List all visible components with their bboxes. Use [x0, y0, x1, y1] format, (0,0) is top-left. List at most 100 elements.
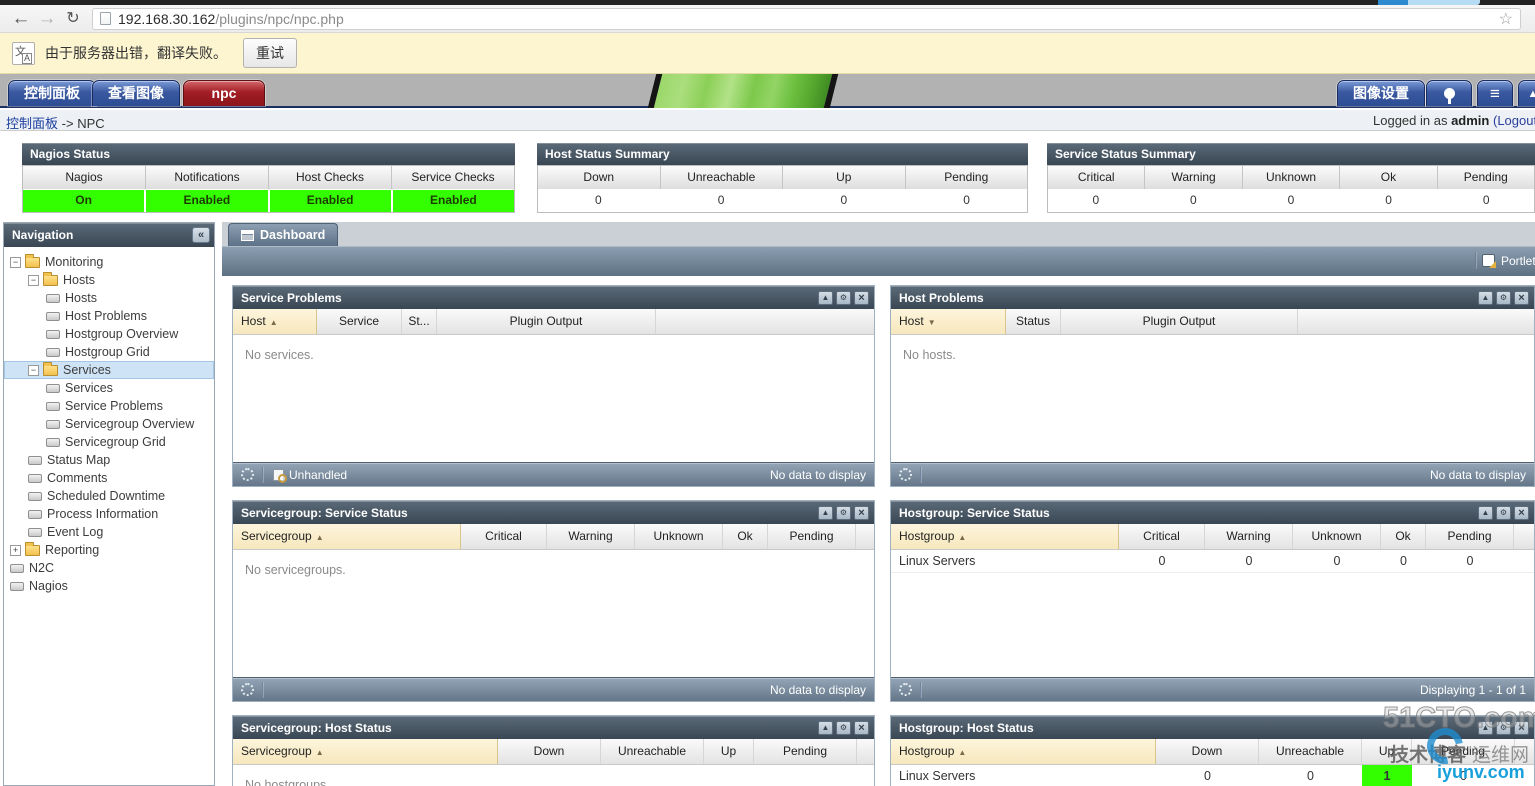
sidebar-item-hostgroup-overview[interactable]: Hostgroup Overview	[4, 325, 214, 343]
column-header[interactable]: Up	[704, 739, 754, 764]
column-header[interactable]: Warning	[547, 524, 635, 549]
breadcrumb-home-link[interactable]: 控制面板	[6, 116, 58, 131]
sidebar-item-services[interactable]: − Services	[4, 361, 214, 379]
refresh-spinner-icon[interactable]	[899, 683, 912, 696]
sidebar-item-comments[interactable]: Comments	[4, 469, 214, 487]
collapse-panel-icon[interactable]: ▲	[818, 720, 833, 735]
column-header[interactable]: Hostgroup ▲	[891, 739, 1156, 764]
collapse-panel-icon[interactable]: ▲	[1478, 720, 1493, 735]
sidebar-item-process-information[interactable]: Process Information	[4, 505, 214, 523]
collapse-panel-icon[interactable]: ▲	[1478, 505, 1493, 520]
column-header[interactable]: Unreachable	[1259, 739, 1362, 764]
tab-preview[interactable]: ▲	[1518, 80, 1535, 106]
table-cell: 0	[1466, 554, 1474, 568]
address-bar[interactable]: 192.168.30.162/plugins/npc/npc.php ☆	[92, 7, 1521, 30]
refresh-spinner-icon[interactable]	[899, 468, 912, 481]
collapse-panel-icon[interactable]: ▲	[1478, 290, 1493, 305]
collapse-node-icon[interactable]: −	[10, 256, 21, 268]
close-icon[interactable]: ×	[1514, 505, 1529, 520]
table-row[interactable]: Linux Servers 0 0 0 0 0	[891, 550, 1534, 573]
column-header[interactable]: Service	[317, 309, 402, 334]
column-header[interactable]: Pending	[1426, 524, 1514, 549]
tab-npc[interactable]: npc	[183, 80, 265, 106]
sidebar-item-servicegroup-overview[interactable]: Servicegroup Overview	[4, 415, 214, 433]
column-header[interactable]: Warning	[1205, 524, 1293, 549]
tab-graphs[interactable]: 查看图像	[92, 80, 180, 106]
settings-gear-icon[interactable]: ⚙	[836, 505, 851, 520]
column-header[interactable]: Critical	[1119, 524, 1205, 549]
column-header[interactable]: Down	[498, 739, 601, 764]
retry-button[interactable]: 重试	[243, 38, 297, 68]
column-header[interactable]: Ok	[1381, 524, 1426, 549]
collapse-panel-icon[interactable]: ▲	[818, 290, 833, 305]
tab-list-view[interactable]: ≡	[1477, 80, 1513, 106]
close-icon[interactable]: ×	[854, 505, 869, 520]
column-header[interactable]: St...	[402, 309, 437, 334]
column-header[interactable]: Unknown	[1293, 524, 1381, 549]
sidebar-item-hosts[interactable]: − Hosts	[4, 271, 214, 289]
refresh-spinner-icon[interactable]	[241, 468, 254, 481]
column-header[interactable]: Unknown	[635, 524, 723, 549]
tab-tree-view[interactable]	[1426, 80, 1472, 106]
portlets-group[interactable]: Portlets	[1475, 252, 1535, 269]
column-header[interactable]: Up	[1362, 739, 1412, 764]
bookmark-star-icon[interactable]: ☆	[1499, 9, 1513, 29]
column-header[interactable]: Down	[1156, 739, 1259, 764]
sidebar-item-nagios[interactable]: Nagios	[4, 577, 214, 595]
close-icon[interactable]: ×	[1514, 720, 1529, 735]
sidebar-item-services[interactable]: Services	[4, 379, 214, 397]
menu-icon: ≡	[1490, 84, 1500, 103]
sidebar-item-n2c[interactable]: N2C	[4, 559, 214, 577]
sidebar-item-hostgroup-grid[interactable]: Hostgroup Grid	[4, 343, 214, 361]
sidebar-item-status-map[interactable]: Status Map	[4, 451, 214, 469]
collapse-panel-icon[interactable]: ▲	[818, 505, 833, 520]
sidebar-item-monitoring[interactable]: − Monitoring	[4, 253, 214, 271]
refresh-spinner-icon[interactable]	[241, 683, 254, 696]
close-icon[interactable]: ×	[854, 720, 869, 735]
collapse-sidebar-button[interactable]: «	[192, 227, 210, 243]
settings-gear-icon[interactable]: ⚙	[1496, 720, 1511, 735]
tab-console[interactable]: 控制面板	[8, 80, 96, 106]
collapse-node-icon[interactable]: −	[28, 274, 39, 286]
column-header[interactable]: Servicegroup ▲	[233, 739, 498, 764]
column-header[interactable]: Hostgroup ▲	[891, 524, 1119, 549]
column-header[interactable]: Host ▲	[233, 309, 317, 334]
sidebar-item-reporting[interactable]: + Reporting	[4, 541, 214, 559]
column-header[interactable]: Host ▼	[891, 309, 1006, 334]
forward-icon[interactable]: →	[34, 8, 60, 29]
sidebar-item-scheduled-downtime[interactable]: Scheduled Downtime	[4, 487, 214, 505]
settings-gear-icon[interactable]: ⚙	[1496, 505, 1511, 520]
sidebar-item-host-problems[interactable]: Host Problems	[4, 307, 214, 325]
column-header[interactable]: Plugin Output	[1061, 309, 1298, 334]
back-icon[interactable]: ←	[8, 8, 34, 29]
url-host: 192.168.30.162	[118, 10, 216, 27]
sidebar-item-event-log[interactable]: Event Log	[4, 523, 214, 541]
close-icon[interactable]: ×	[1514, 290, 1529, 305]
column-header[interactable]: Pending	[1412, 739, 1515, 764]
settings-gear-icon[interactable]: ⚙	[836, 720, 851, 735]
table-row[interactable]: Linux Servers 0 0 1 0	[891, 765, 1534, 786]
tab-graph-settings[interactable]: 图像设置	[1337, 80, 1425, 106]
collapse-node-icon[interactable]: −	[28, 364, 39, 376]
column-header[interactable]: Ok	[723, 524, 768, 549]
reload-icon[interactable]: ↻	[60, 9, 86, 29]
column-header[interactable]: Status	[1006, 309, 1061, 334]
sidebar-item-servicegroup-grid[interactable]: Servicegroup Grid	[4, 433, 214, 451]
column-header[interactable]: Critical	[461, 524, 547, 549]
sidebar-item-hosts[interactable]: Hosts	[4, 289, 214, 307]
column-header[interactable]: Servicegroup ▲	[233, 524, 461, 549]
column-header[interactable]: Pending	[768, 524, 856, 549]
sidebar-item-service-problems[interactable]: Service Problems	[4, 397, 214, 415]
settings-gear-icon[interactable]: ⚙	[1496, 290, 1511, 305]
expand-node-icon[interactable]: +	[10, 544, 21, 556]
document-icon	[28, 527, 42, 537]
column-header[interactable]: Unreachable	[601, 739, 704, 764]
url-text[interactable]: 192.168.30.162/plugins/npc/npc.php	[118, 11, 344, 27]
footer-left-label[interactable]: Unhandled	[289, 468, 347, 482]
tab-dashboard[interactable]: Dashboard	[228, 223, 339, 246]
column-header[interactable]: Plugin Output	[437, 309, 656, 334]
logout-link[interactable]: (Logout)	[1493, 113, 1535, 128]
close-icon[interactable]: ×	[854, 290, 869, 305]
settings-gear-icon[interactable]: ⚙	[836, 290, 851, 305]
column-header[interactable]: Pending	[754, 739, 857, 764]
